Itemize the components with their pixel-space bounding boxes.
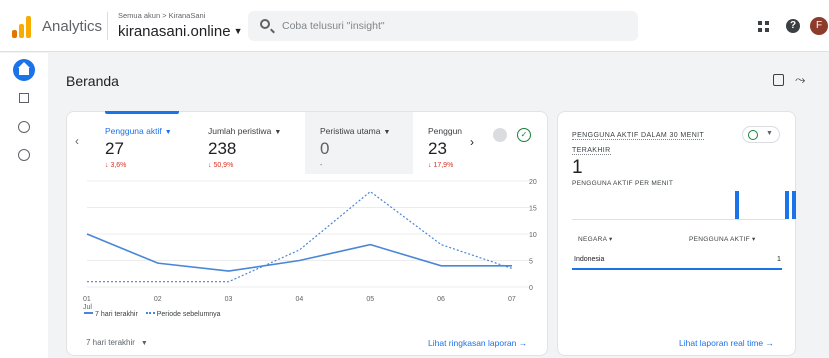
metric-label: Pengguna aktif ▼ bbox=[105, 126, 172, 136]
apps-grid-icon[interactable] bbox=[758, 21, 769, 32]
check-circle-icon bbox=[748, 130, 758, 140]
column-header-active-users[interactable]: PENGGUNA AKTIF ▾ bbox=[689, 235, 756, 243]
metric-label: Peristiwa utama ▼ bbox=[320, 126, 391, 136]
compare-icon[interactable] bbox=[493, 128, 507, 142]
minute-bar bbox=[734, 191, 739, 219]
legend-previous: Periode sebelumnya bbox=[156, 311, 221, 318]
reports-icon[interactable] bbox=[19, 93, 29, 103]
metric-value: 0 bbox=[320, 139, 330, 158]
x-tick-label: 01 bbox=[83, 296, 91, 303]
caret-down-icon: ▼ bbox=[766, 130, 773, 137]
chevron-left-icon[interactable]: ‹ bbox=[75, 134, 79, 148]
search-bar[interactable]: Coba telusuri "insight" bbox=[248, 11, 638, 41]
page-title: Beranda bbox=[66, 73, 119, 89]
top-bar: Analytics Semua akun > KiranaSani kirana… bbox=[0, 0, 829, 52]
left-nav-rail bbox=[0, 53, 48, 358]
legend-dotted-swatch bbox=[145, 312, 155, 314]
app-name: Analytics bbox=[42, 18, 103, 35]
line-chart: 0510152001 02 03 04 05 06 07Jul bbox=[83, 179, 537, 309]
chart-legend: 7 hari terakhir Periode sebelumnya bbox=[84, 311, 221, 318]
edit-icon[interactable] bbox=[773, 74, 784, 86]
view-realtime-link[interactable]: Lihat laporan real time → bbox=[679, 338, 774, 348]
x-tick-label: 05 bbox=[366, 296, 374, 303]
metric-label: Jumlah peristiwa ▼ bbox=[208, 126, 282, 136]
chevron-right-icon[interactable]: › bbox=[470, 135, 474, 149]
breadcrumb[interactable]: Semua akun > KiranaSani bbox=[118, 11, 205, 20]
date-range-selector[interactable]: 7 hari terakhir ▼ bbox=[86, 338, 148, 347]
metric-tab-event-count[interactable]: Jumlah peristiwa ▼ 238 ↓ 50,9% bbox=[208, 112, 303, 174]
y-tick-label: 5 bbox=[529, 259, 533, 266]
help-icon[interactable]: ? bbox=[786, 19, 800, 33]
home-icon[interactable] bbox=[13, 59, 35, 81]
metric-value: 23 bbox=[428, 139, 447, 158]
row-bar-indicator bbox=[572, 268, 782, 270]
minute-bar bbox=[791, 191, 796, 219]
realtime-status-pill[interactable]: ▼ bbox=[742, 126, 780, 143]
series-current-line bbox=[86, 233, 512, 272]
explore-icon[interactable] bbox=[18, 121, 30, 133]
search-icon bbox=[260, 19, 270, 29]
column-header-country[interactable]: NEGARA ▾ bbox=[578, 235, 613, 243]
metric-label: Penggun bbox=[428, 126, 463, 136]
table-row-country: Indonesia bbox=[574, 256, 605, 263]
metric-value: 238 bbox=[208, 139, 237, 158]
x-tick-label: 02 bbox=[154, 296, 162, 303]
realtime-subtitle: PENGGUNA AKTIF PER MENIT bbox=[572, 180, 674, 187]
analytics-logo[interactable] bbox=[12, 14, 34, 38]
series-previous-line bbox=[87, 190, 513, 283]
minute-bar bbox=[784, 191, 789, 219]
per-minute-bar-chart bbox=[572, 190, 796, 220]
check-circle-icon[interactable]: ✓ bbox=[517, 128, 531, 142]
property-name: kiranasani.online bbox=[118, 23, 231, 40]
x-tick-label: 06 bbox=[437, 296, 445, 303]
property-selector[interactable]: kiranasani.online ▼ bbox=[118, 23, 243, 40]
realtime-title: PENGGUNA AKTIF DALAM 30 MENIT TERAKHIR bbox=[572, 132, 705, 155]
insights-icon[interactable]: ⤳ bbox=[795, 72, 805, 88]
advertising-icon[interactable] bbox=[18, 149, 30, 161]
metric-tab-new-users[interactable]: Penggun 23 ↓ 17,9% bbox=[428, 112, 464, 174]
search-placeholder: Coba telusuri "insight" bbox=[282, 20, 385, 32]
logo-bar bbox=[19, 24, 24, 38]
caret-down-icon: ▼ bbox=[140, 340, 148, 347]
metric-change: ↓ 17,9% bbox=[428, 162, 454, 169]
realtime-value: 1 bbox=[572, 157, 583, 178]
y-tick-label: 10 bbox=[529, 232, 537, 239]
table-row-users: 1 bbox=[777, 256, 781, 263]
metric-tab-active-users[interactable]: Pengguna aktif ▼ 27 ↓ 3,6% bbox=[105, 112, 205, 174]
realtime-card: PENGGUNA AKTIF DALAM 30 MENIT TERAKHIR ▼… bbox=[557, 111, 796, 356]
x-tick-label: 04 bbox=[296, 296, 304, 303]
caret-down-icon: ▼ bbox=[233, 26, 243, 36]
metric-change: ↓ 50,9% bbox=[208, 162, 234, 169]
y-tick-label: 0 bbox=[529, 285, 533, 292]
metric-value: 27 bbox=[105, 139, 124, 158]
y-tick-label: 15 bbox=[529, 206, 537, 213]
metric-tab-key-events[interactable]: Peristiwa utama ▼ 0 - bbox=[320, 112, 412, 174]
header-divider bbox=[107, 12, 108, 40]
logo-bar bbox=[12, 30, 17, 38]
legend-solid-swatch bbox=[84, 312, 93, 314]
avatar[interactable]: F bbox=[810, 17, 828, 35]
overview-card: ‹ Pengguna aktif ▼ 27 ↓ 3,6% Jumlah peris… bbox=[66, 111, 548, 356]
x-tick-label: 07 bbox=[508, 296, 516, 303]
x-tick-sublabel: Jul bbox=[83, 304, 92, 309]
y-tick-label: 20 bbox=[529, 179, 537, 186]
legend-current: 7 hari terakhir bbox=[95, 311, 138, 318]
metric-change: ↓ 3,6% bbox=[105, 162, 127, 169]
logo-bar bbox=[26, 16, 31, 38]
metric-change: - bbox=[320, 162, 323, 169]
view-reports-link[interactable]: Lihat ringkasan laporan → bbox=[428, 338, 527, 348]
x-tick-label: 03 bbox=[225, 296, 233, 303]
